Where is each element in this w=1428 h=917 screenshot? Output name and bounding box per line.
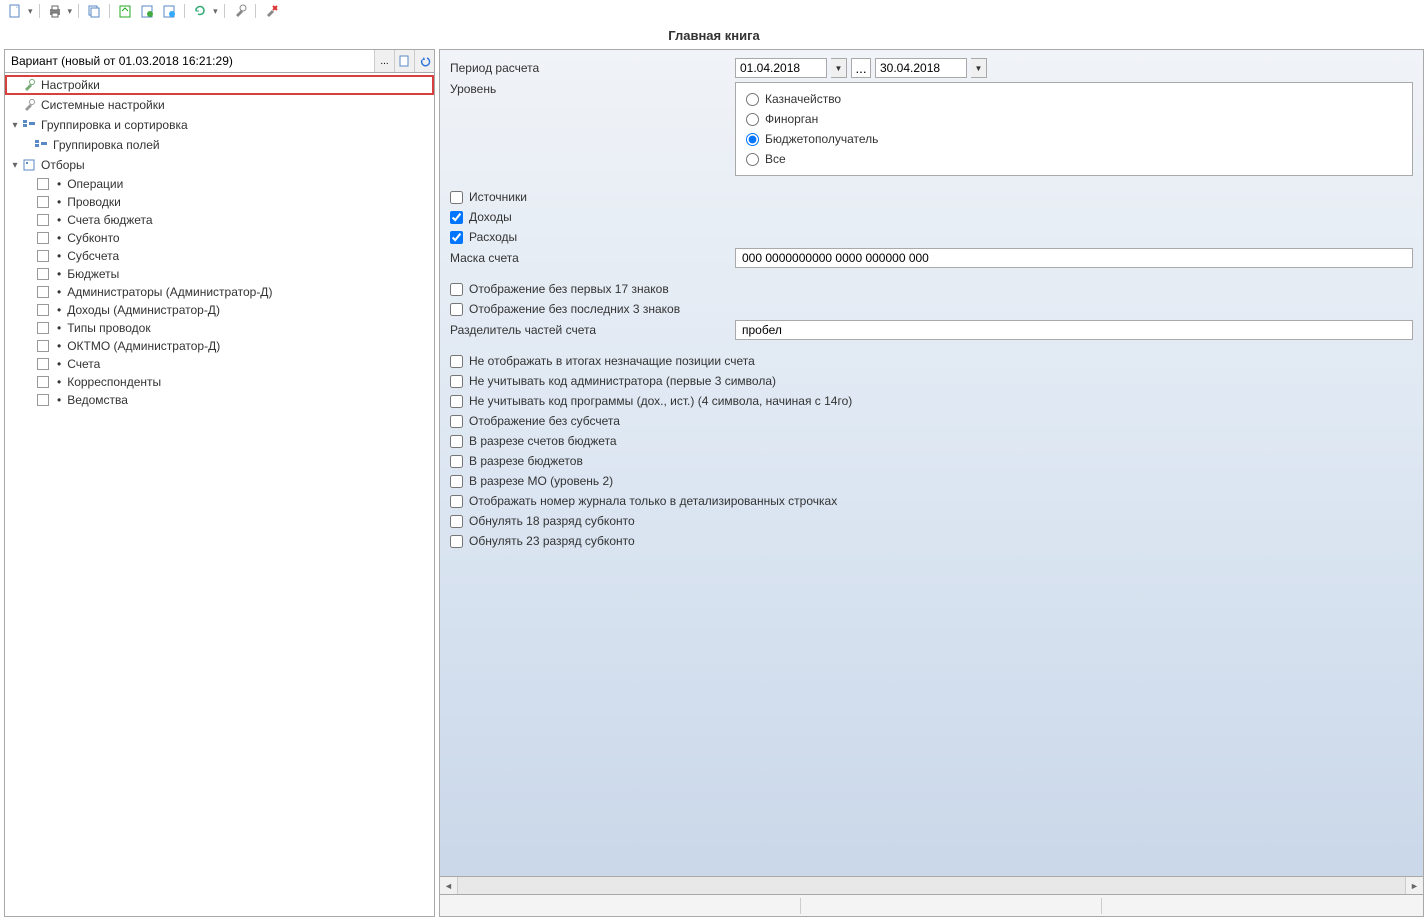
tree-filter-item[interactable]: •Доходы (Администратор-Д) (5, 301, 434, 319)
zero-18-checkbox[interactable] (450, 515, 463, 528)
level-recipient-radio[interactable] (746, 133, 759, 146)
collapse-icon[interactable]: ▾ (9, 120, 21, 131)
doc-new-icon[interactable] (6, 2, 24, 20)
level-radio-group: Казначейство Финорган Бюджетополучатель … (735, 82, 1413, 176)
period-label: Период расчета (450, 61, 735, 75)
wrench-icon (21, 97, 37, 113)
filter-item-icon (37, 214, 49, 226)
tree-filter-item[interactable]: •Бюджеты (5, 265, 434, 283)
export-data-icon[interactable] (138, 2, 156, 20)
collapse-icon[interactable]: ▾ (9, 160, 21, 171)
tree-filter-item[interactable]: •Администраторы (Администратор-Д) (5, 283, 434, 301)
no-subacct-checkbox[interactable] (450, 415, 463, 428)
scroll-right-button[interactable]: ► (1405, 877, 1423, 894)
filter-item-icon (37, 178, 49, 190)
filter-item-icon (37, 376, 49, 388)
tree-filter-item[interactable]: •Субсчета (5, 247, 434, 265)
no-leading-totals-checkbox[interactable] (450, 355, 463, 368)
tools-delete-icon[interactable] (262, 2, 280, 20)
tree-settings[interactable]: Настройки (5, 75, 434, 95)
left-panel: ... Настройки Системные настройки ▾ Груп… (4, 49, 435, 917)
date-to-input[interactable] (875, 58, 967, 78)
import-data-icon[interactable] (160, 2, 178, 20)
zero-23-checkbox[interactable] (450, 535, 463, 548)
page-title: Главная книга (0, 22, 1428, 49)
hide-first17-checkbox[interactable] (450, 283, 463, 296)
date-to-dropdown[interactable]: ▼ (971, 58, 987, 78)
variant-row: ... (5, 50, 434, 73)
copy-icon[interactable] (85, 2, 103, 20)
tree-filters[interactable]: ▾ Отборы (5, 155, 434, 175)
by-mo-checkbox[interactable] (450, 475, 463, 488)
right-panel: Период расчета ▼ ... ▼ Уровень Казначейс… (439, 49, 1424, 917)
filter-icon (21, 157, 37, 173)
filter-item-icon (37, 358, 49, 370)
tree-filter-item[interactable]: •Операции (5, 175, 434, 193)
separator-label: Разделитель частей счета (450, 323, 735, 337)
level-all-radio[interactable] (746, 153, 759, 166)
hide-last3-checkbox[interactable] (450, 303, 463, 316)
tree-grouping[interactable]: ▾ Группировка и сортировка (5, 115, 434, 135)
income-checkbox[interactable] (450, 211, 463, 224)
level-label: Уровень (450, 82, 735, 96)
by-budget-accts-checkbox[interactable] (450, 435, 463, 448)
tree-filter-item[interactable]: •Субконто (5, 229, 434, 247)
grouping-icon (21, 117, 37, 133)
filter-item-icon (37, 394, 49, 406)
filter-item-icon (37, 322, 49, 334)
no-admin-code-checkbox[interactable] (450, 375, 463, 388)
scroll-track[interactable] (458, 877, 1405, 894)
tree-filter-item[interactable]: •Счета (5, 355, 434, 373)
tree-filter-item[interactable]: •ОКТМО (Администратор-Д) (5, 337, 434, 355)
variant-browse-button[interactable]: ... (374, 50, 394, 72)
filter-item-icon (37, 340, 49, 352)
level-treasury-radio[interactable] (746, 93, 759, 106)
expenses-checkbox[interactable] (450, 231, 463, 244)
no-program-code-checkbox[interactable] (450, 395, 463, 408)
wrench-icon (21, 77, 37, 93)
variant-input[interactable] (5, 50, 374, 72)
export-sheet-icon[interactable] (116, 2, 134, 20)
horizontal-scrollbar[interactable]: ◄ ► (440, 876, 1423, 894)
date-from-input[interactable] (735, 58, 827, 78)
period-ellipsis-button[interactable]: ... (851, 58, 871, 78)
filter-item-icon (37, 304, 49, 316)
filter-item-icon (37, 250, 49, 262)
scroll-left-button[interactable]: ◄ (440, 877, 458, 894)
tree-filter-item[interactable]: •Счета бюджета (5, 211, 434, 229)
print-icon[interactable] (46, 2, 64, 20)
tree-filter-item[interactable]: •Проводки (5, 193, 434, 211)
grouping-icon (33, 137, 49, 153)
variant-new-button[interactable] (394, 50, 414, 72)
filter-item-icon (37, 232, 49, 244)
settings-tree: Настройки Системные настройки ▾ Группиро… (5, 73, 434, 916)
status-bar (440, 894, 1423, 916)
filter-item-icon (37, 268, 49, 280)
mask-label: Маска счета (450, 251, 735, 265)
variant-undo-button[interactable] (414, 50, 434, 72)
journal-detail-checkbox[interactable] (450, 495, 463, 508)
separator-input[interactable] (735, 320, 1413, 340)
filter-item-icon (37, 196, 49, 208)
tree-filter-item[interactable]: •Типы проводок (5, 319, 434, 337)
date-from-dropdown[interactable]: ▼ (831, 58, 847, 78)
by-budgets-checkbox[interactable] (450, 455, 463, 468)
tools-icon[interactable] (231, 2, 249, 20)
tree-filter-item[interactable]: •Ведомства (5, 391, 434, 409)
main-toolbar: ▾ ▾ ▾ (0, 0, 1428, 22)
refresh-icon[interactable] (191, 2, 209, 20)
filter-item-icon (37, 286, 49, 298)
tree-filter-item[interactable]: •Корреспонденты (5, 373, 434, 391)
sources-checkbox[interactable] (450, 191, 463, 204)
tree-field-grouping[interactable]: Группировка полей (5, 135, 434, 155)
tree-sys-settings[interactable]: Системные настройки (5, 95, 434, 115)
level-finorgan-radio[interactable] (746, 113, 759, 126)
mask-input[interactable] (735, 248, 1413, 268)
